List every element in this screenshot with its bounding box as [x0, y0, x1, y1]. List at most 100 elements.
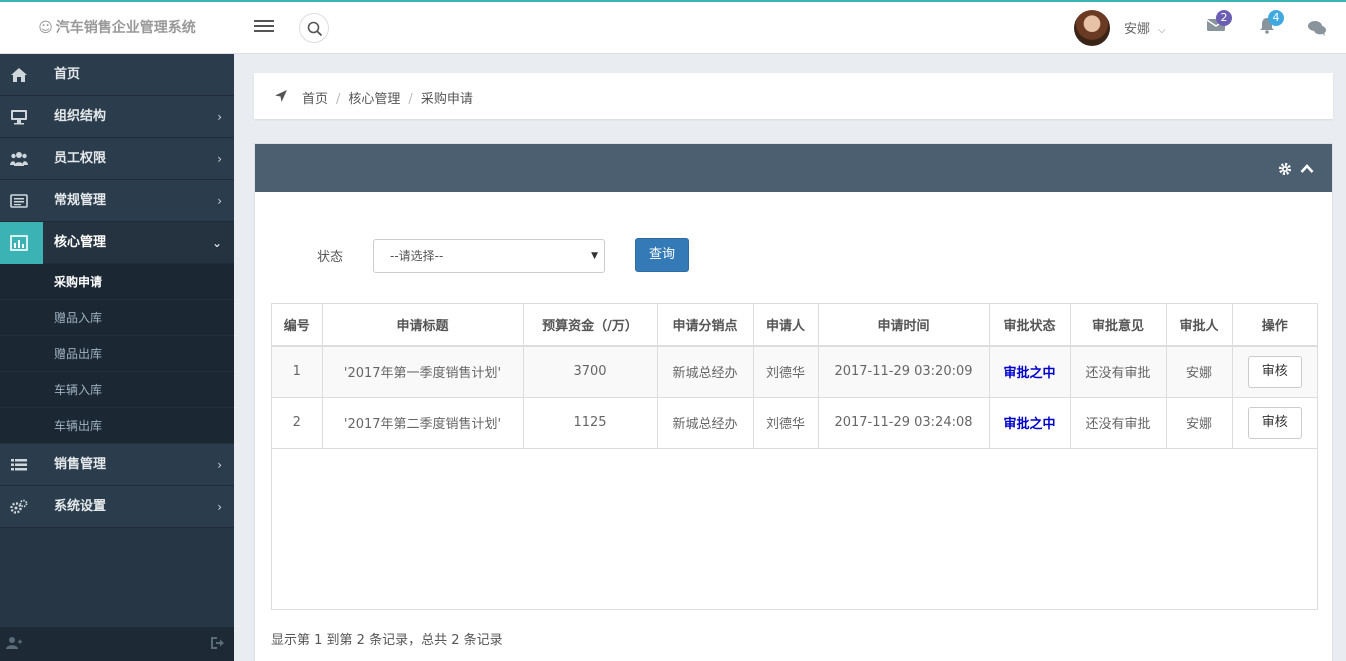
status-select-value: --请选择--	[390, 249, 444, 263]
cell-action: 审核	[1232, 346, 1317, 398]
column-header[interactable]: 申请分销点	[657, 304, 754, 347]
breadcrumb: 首页 / 核心管理 / 采购申请	[254, 73, 1333, 119]
cell-status: 审批之中	[989, 397, 1071, 449]
cell-applicant: 刘德华	[753, 346, 819, 398]
content-panel: 状态 --请选择-- ▼ 查询 编号 申请标题 预算资金（/万） 申请分销点 申…	[254, 143, 1333, 661]
status-select[interactable]: --请选择-- ▼	[373, 239, 605, 273]
sidebar-item-label: 组织结构	[54, 109, 107, 124]
caret-down-icon: ▼	[591, 251, 598, 261]
sidebar-item-label: 首页	[54, 67, 81, 82]
cell-id: 2	[272, 397, 323, 449]
cell-approver: 安娜	[1166, 397, 1233, 449]
notifications-button[interactable]: 4	[1258, 10, 1284, 38]
purchase-request-table: 编号 申请标题 预算资金（/万） 申请分销点 申请人 申请时间 审批状态 审批意…	[271, 303, 1318, 610]
column-header[interactable]: 审批意见	[1070, 304, 1167, 347]
query-button[interactable]: 查询	[635, 238, 689, 272]
status-filter-label: 状态	[317, 250, 344, 265]
smile-icon: ☺	[38, 20, 53, 36]
cell-branch: 新城总经办	[657, 346, 754, 398]
sidebar-item-label: 核心管理	[54, 235, 107, 250]
comments-icon	[1308, 21, 1326, 36]
chevron-right-icon: ›	[217, 500, 222, 514]
column-header[interactable]: 申请时间	[818, 304, 990, 347]
list-icon	[11, 459, 27, 471]
audit-button[interactable]: 审核	[1247, 406, 1302, 439]
sidebar: 首页 组织结构 › 员工权限 › 常规管理 › 核心管理 ⌄ 采购申请 赠品入库…	[0, 54, 234, 661]
column-header: 操作	[1232, 304, 1317, 347]
chevron-up-icon[interactable]	[1300, 162, 1314, 176]
column-header[interactable]: 编号	[272, 304, 323, 347]
bell-count-badge: 4	[1268, 10, 1284, 26]
mail-count-badge: 2	[1216, 10, 1232, 26]
panel-header	[255, 144, 1332, 192]
cogs-icon	[10, 499, 28, 514]
sidebar-item-home[interactable]: 首页	[0, 54, 234, 96]
chevron-right-icon: ›	[217, 458, 222, 472]
top-bar: ☺ 汽车销售企业管理系统 安娜 ⌵ 2 4	[0, 0, 1346, 54]
sidebar-item-staff-permissions[interactable]: 员工权限 ›	[0, 138, 234, 180]
chevron-down-icon: ⌄	[211, 236, 222, 250]
breadcrumb-home[interactable]: 首页	[302, 92, 328, 107]
sidebar-item-organization[interactable]: 组织结构 ›	[0, 96, 234, 138]
brand-title: 汽车销售企业管理系统	[55, 20, 196, 36]
cell-time: 2017-11-29 03:20:09	[818, 346, 990, 398]
username: 安娜	[1124, 22, 1151, 37]
breadcrumb-section[interactable]: 核心管理	[348, 92, 400, 107]
cell-budget: 1125	[523, 397, 658, 449]
home-icon	[11, 68, 27, 82]
cell-applicant: 刘德华	[753, 397, 819, 449]
table-row: 1 '2017年第一季度销售计划' 3700 新城总经办 刘德华 2017-11…	[272, 346, 1317, 398]
chevron-right-icon: ›	[217, 110, 222, 124]
sidebar-subitem-purchase-request[interactable]: 采购申请	[0, 264, 234, 300]
sidebar-item-label: 系统设置	[54, 499, 107, 514]
cell-id: 1	[272, 346, 323, 398]
chat-button[interactable]	[1307, 20, 1327, 40]
cell-title: '2017年第二季度销售计划'	[322, 397, 524, 449]
chevron-down-icon: ⌵	[1158, 25, 1166, 36]
cell-opinion: 还没有审批	[1070, 397, 1167, 449]
sidebar-subitem-vehicle-outbound[interactable]: 车辆出库	[0, 408, 234, 444]
users-icon	[10, 152, 28, 166]
menu-toggle-icon[interactable]	[254, 17, 274, 39]
sidebar-item-label: 员工权限	[54, 151, 107, 166]
column-header[interactable]: 预算资金（/万）	[523, 304, 658, 347]
sidebar-item-label: 常规管理	[54, 193, 107, 208]
sidebar-item-general-management[interactable]: 常规管理 ›	[0, 180, 234, 222]
column-header[interactable]: 审批人	[1166, 304, 1233, 347]
table-header-row: 编号 申请标题 预算资金（/万） 申请分销点 申请人 申请时间 审批状态 审批意…	[272, 304, 1317, 347]
sidebar-item-sales-management[interactable]: 销售管理 ›	[0, 444, 234, 486]
column-header[interactable]: 申请标题	[322, 304, 524, 347]
location-arrow-icon	[275, 90, 287, 102]
table-row: 2 '2017年第二季度销售计划' 1125 新城总经办 刘德华 2017-11…	[272, 397, 1317, 449]
sidebar-subitem-gift-outbound[interactable]: 赠品出库	[0, 336, 234, 372]
column-header[interactable]: 审批状态	[989, 304, 1071, 347]
messages-button[interactable]: 2	[1206, 10, 1232, 36]
cell-status: 审批之中	[989, 346, 1071, 398]
breadcrumb-current: 采购申请	[420, 92, 473, 107]
gear-icon[interactable]	[1278, 162, 1292, 176]
sidebar-item-core-management[interactable]: 核心管理 ⌄	[0, 222, 234, 264]
search-button[interactable]	[299, 13, 329, 43]
sign-out-icon[interactable]	[210, 636, 224, 650]
chevron-right-icon: ›	[217, 152, 222, 166]
audit-button[interactable]: 审核	[1247, 355, 1302, 388]
breadcrumb-separator: /	[408, 92, 413, 107]
cell-branch: 新城总经办	[657, 397, 754, 449]
cell-approver: 安娜	[1166, 346, 1233, 398]
sidebar-subitem-vehicle-inbound[interactable]: 车辆入库	[0, 372, 234, 408]
add-user-icon[interactable]	[6, 636, 22, 650]
desktop-icon	[11, 110, 27, 125]
pagination-summary: 显示第 1 到第 2 条记录，总共 2 条记录	[271, 633, 503, 648]
sidebar-footer	[0, 627, 234, 661]
column-header[interactable]: 申请人	[753, 304, 819, 347]
brand[interactable]: ☺ 汽车销售企业管理系统	[0, 2, 234, 54]
cell-opinion: 还没有审批	[1070, 346, 1167, 398]
user-menu[interactable]: 安娜 ⌵	[1124, 18, 1166, 37]
avatar[interactable]	[1074, 10, 1110, 46]
cell-title: '2017年第一季度销售计划'	[322, 346, 524, 398]
chevron-right-icon: ›	[217, 194, 222, 208]
sidebar-subitem-gift-inbound[interactable]: 赠品入库	[0, 300, 234, 336]
sidebar-item-system-settings[interactable]: 系统设置 ›	[0, 486, 234, 528]
cell-action: 审核	[1232, 397, 1317, 449]
cell-budget: 3700	[523, 346, 658, 398]
